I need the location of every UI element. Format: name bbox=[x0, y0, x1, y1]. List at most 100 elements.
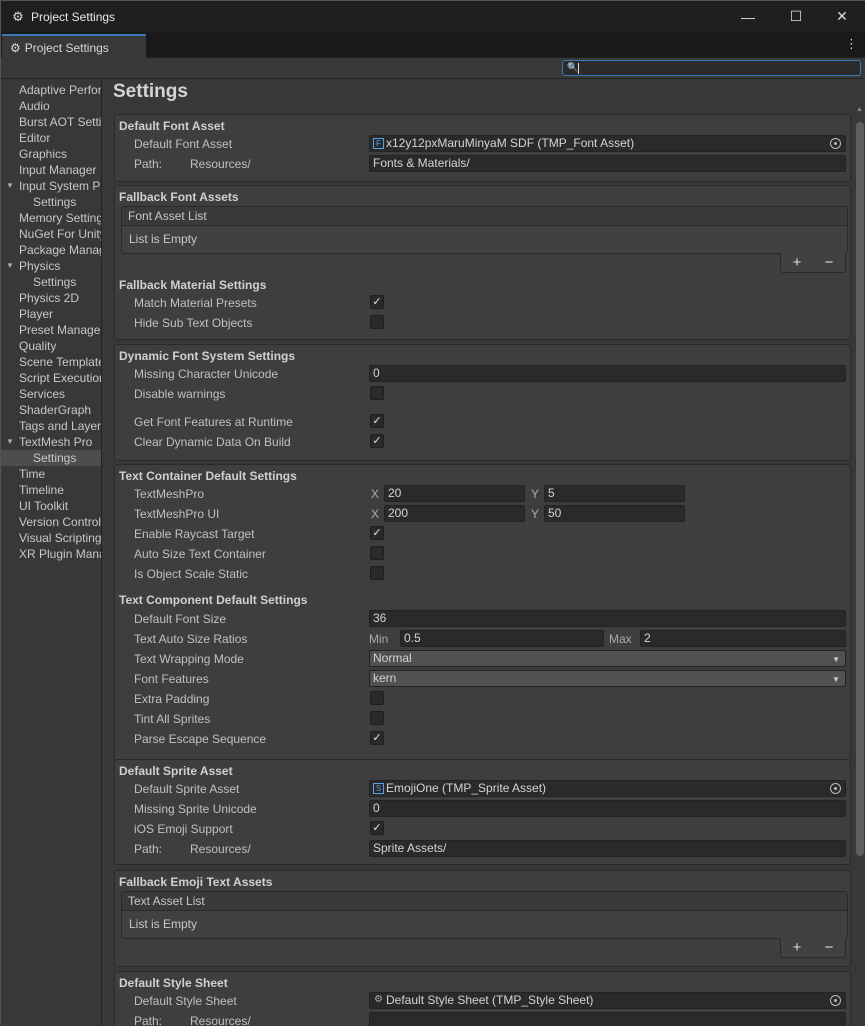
search-input[interactable]: 🔍 bbox=[562, 60, 861, 76]
max-ratio-input[interactable]: 2 bbox=[640, 630, 846, 647]
ios-emoji-checkbox[interactable]: ✓ bbox=[370, 821, 384, 835]
missing-sprite-input[interactable]: 0 bbox=[369, 800, 846, 817]
raycast-target-checkbox[interactable]: ✓ bbox=[370, 526, 384, 540]
expand-arrow-icon[interactable]: ▼ bbox=[6, 178, 14, 194]
sidebar-item[interactable]: Physics 2D bbox=[1, 290, 101, 306]
sidebar-item[interactable]: Input Manager bbox=[1, 162, 101, 178]
clear-dynamic-data-checkbox[interactable]: ✓ bbox=[370, 434, 384, 448]
textmeshpro-ui-label: TextMeshPro UI bbox=[134, 507, 220, 521]
section-title: Dynamic Font System Settings bbox=[119, 349, 296, 363]
minimize-button[interactable]: — bbox=[725, 1, 771, 32]
font-features-dropdown[interactable]: kern bbox=[369, 670, 846, 687]
scale-static-checkbox[interactable] bbox=[370, 566, 384, 580]
textmeshpro-y-input[interactable]: 5 bbox=[544, 485, 685, 502]
missing-unicode-input[interactable]: 0 bbox=[369, 365, 846, 382]
sidebar-item[interactable]: Quality bbox=[1, 338, 101, 354]
maximize-button[interactable]: ☐ bbox=[773, 1, 819, 32]
text-caret bbox=[578, 63, 579, 74]
ios-emoji-label: iOS Emoji Support bbox=[134, 822, 233, 836]
disable-warnings-checkbox[interactable] bbox=[370, 386, 384, 400]
close-button[interactable]: ✕ bbox=[819, 1, 865, 32]
sidebar-item-label: Timeline bbox=[19, 483, 64, 497]
sidebar-item[interactable]: Memory Settings bbox=[1, 210, 102, 226]
default-style-sheet-field[interactable]: ⚙ Default Style Sheet (TMP_Style Sheet) bbox=[369, 992, 846, 1009]
vertical-scrollbar[interactable]: ▲ bbox=[855, 106, 865, 1026]
font-asset-list: Font Asset List List is Empty bbox=[121, 206, 848, 254]
style-path-input[interactable] bbox=[369, 1012, 846, 1026]
sidebar-item[interactable]: ▼ Physics bbox=[1, 258, 101, 274]
sidebar-item[interactable]: Editor bbox=[1, 130, 101, 146]
default-style-sheet-label: Default Style Sheet bbox=[134, 994, 237, 1008]
scrollbar-thumb[interactable] bbox=[856, 122, 864, 856]
disable-warnings-label: Disable warnings bbox=[134, 387, 226, 401]
sidebar-item[interactable]: Preset Manager bbox=[1, 322, 101, 338]
sidebar-item[interactable]: Visual Scripting bbox=[1, 530, 101, 546]
add-list-item-button[interactable]: + bbox=[793, 939, 802, 956]
min-ratio-input[interactable]: 0.5 bbox=[400, 630, 604, 647]
sidebar-item[interactable]: Services bbox=[1, 386, 101, 402]
font-features-value: kern bbox=[373, 671, 397, 685]
text-wrapping-dropdown[interactable]: Normal bbox=[369, 650, 846, 667]
tab-project-settings[interactable]: ⚙ Project Settings bbox=[2, 34, 146, 59]
auto-size-container-checkbox[interactable] bbox=[370, 546, 384, 560]
expand-arrow-icon[interactable]: ▼ bbox=[6, 258, 14, 274]
sidebar-item-label: Tags and Layers bbox=[19, 419, 102, 433]
sidebar-item[interactable]: Settings bbox=[1, 194, 101, 210]
sidebar-item[interactable]: ShaderGraph bbox=[1, 402, 101, 418]
object-picker-icon[interactable] bbox=[830, 138, 841, 149]
sidebar-item[interactable]: Scene Template bbox=[1, 354, 102, 370]
sidebar-item-label: Audio bbox=[19, 99, 50, 113]
sidebar-item[interactable]: ▼ TextMesh Pro bbox=[1, 434, 101, 450]
textmeshpro-x-input[interactable]: 20 bbox=[384, 485, 525, 502]
escape-sequence-checkbox[interactable]: ✓ bbox=[370, 731, 384, 745]
expand-arrow-icon[interactable]: ▼ bbox=[6, 434, 14, 450]
textmeshpro-ui-x-input[interactable]: 200 bbox=[384, 505, 525, 522]
sidebar-item[interactable]: XR Plugin Management bbox=[1, 546, 101, 562]
sprite-path-input[interactable]: Sprite Assets/ bbox=[369, 840, 846, 857]
default-font-size-input[interactable]: 36 bbox=[369, 610, 846, 627]
path-prefix: Resources/ bbox=[190, 157, 251, 171]
remove-list-item-button[interactable]: − bbox=[825, 254, 834, 271]
sidebar-item[interactable]: UI Toolkit bbox=[1, 498, 101, 514]
sidebar-item[interactable]: Settings bbox=[1, 274, 101, 290]
kebab-menu-icon[interactable]: ⋮ bbox=[845, 36, 858, 52]
sidebar-item[interactable]: Burst AOT Settings bbox=[1, 114, 101, 130]
textmeshpro-label: TextMeshPro bbox=[134, 487, 205, 501]
sidebar-item[interactable]: Tags and Layers bbox=[1, 418, 102, 434]
sidebar-item[interactable]: Player bbox=[1, 306, 101, 322]
sidebar-item-label: Version Control bbox=[19, 515, 102, 529]
sidebar-item[interactable]: Settings bbox=[1, 450, 101, 466]
default-sprite-field[interactable]: S EmojiOne (TMP_Sprite Asset) bbox=[369, 780, 846, 797]
scroll-up-icon[interactable]: ▲ bbox=[856, 106, 863, 113]
tint-sprites-checkbox[interactable] bbox=[370, 711, 384, 725]
object-picker-icon[interactable] bbox=[830, 995, 841, 1006]
default-sprite-value: EmojiOne (TMP_Sprite Asset) bbox=[386, 781, 547, 795]
hide-sub-text-checkbox[interactable] bbox=[370, 315, 384, 329]
sidebar-item[interactable]: Package Manager bbox=[1, 242, 101, 258]
extra-padding-checkbox[interactable] bbox=[370, 691, 384, 705]
section-title: Default Style Sheet bbox=[119, 976, 228, 990]
sidebar-item[interactable]: Script Execution Order bbox=[1, 370, 101, 386]
sidebar-item-label: Memory Settings bbox=[19, 211, 102, 225]
sidebar-item-label: TextMesh Pro bbox=[19, 435, 93, 449]
font-path-input[interactable]: Fonts & Materials/ bbox=[369, 155, 846, 172]
sidebar-item[interactable]: Audio bbox=[1, 98, 101, 114]
textmeshpro-ui-y-input[interactable]: 50 bbox=[544, 505, 685, 522]
remove-list-item-button[interactable]: − bbox=[825, 939, 834, 956]
sidebar-item[interactable]: Timeline bbox=[1, 482, 101, 498]
font-features-runtime-checkbox[interactable]: ✓ bbox=[370, 414, 384, 428]
sidebar-item[interactable]: Graphics bbox=[1, 146, 101, 162]
section-title: Text Container Default Settings bbox=[119, 469, 297, 483]
match-material-presets-checkbox[interactable]: ✓ bbox=[370, 295, 384, 309]
sidebar-item[interactable]: Adaptive Performance bbox=[1, 82, 101, 98]
default-font-asset-field[interactable]: F x12y12pxMaruMinyaM SDF (TMP_Font Asset… bbox=[369, 135, 846, 152]
add-list-item-button[interactable]: + bbox=[793, 254, 802, 271]
search-icon: 🔍 bbox=[567, 62, 579, 72]
sidebar-item[interactable]: Version Control bbox=[1, 514, 102, 530]
sidebar-item[interactable]: NuGet For Unity bbox=[1, 226, 101, 242]
object-picker-icon[interactable] bbox=[830, 783, 841, 794]
sidebar-item[interactable]: Time bbox=[1, 466, 101, 482]
sidebar-item-label: Scene Template bbox=[19, 355, 102, 369]
text-wrapping-label: Text Wrapping Mode bbox=[134, 652, 244, 666]
sidebar-item[interactable]: ▼ Input System Package bbox=[1, 178, 101, 194]
